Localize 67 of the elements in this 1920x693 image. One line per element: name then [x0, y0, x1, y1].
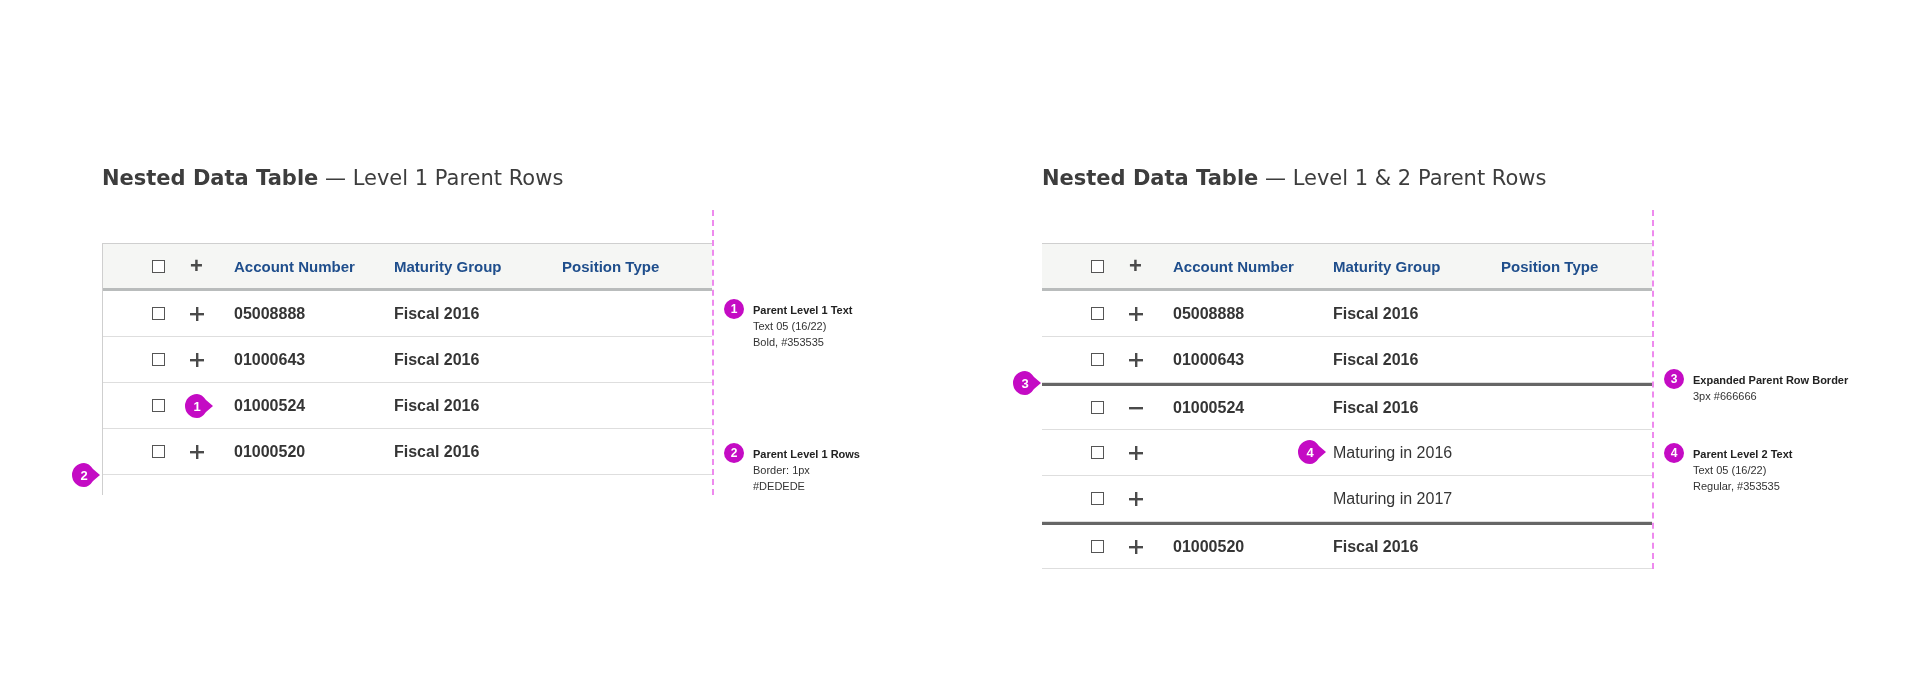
maturity-group: Fiscal 2016	[1333, 304, 1419, 322]
checkbox[interactable]	[152, 259, 165, 273]
annotation-text: Border: 1px	[753, 463, 811, 478]
account-number: 01000524	[1173, 398, 1245, 416]
maturity-group: Maturing in 2017	[1333, 489, 1453, 507]
maturity-group: Fiscal 2016	[394, 350, 480, 368]
checkbox[interactable]	[1091, 540, 1104, 553]
maturity-group: Maturing in 2016	[1333, 443, 1453, 461]
checkbox[interactable]	[1091, 259, 1104, 273]
column-header[interactable]: Account Number	[234, 257, 394, 275]
expand-all-button[interactable]: +	[1129, 255, 1142, 277]
annotation-text: #DEDEDE	[753, 479, 806, 494]
number-badge: 4	[1664, 443, 1684, 463]
account-number: 01000520	[234, 442, 306, 460]
plus-icon[interactable]	[1129, 539, 1143, 554]
maturity-group: Fiscal 2016	[394, 304, 480, 322]
checkbox[interactable]	[1091, 353, 1104, 366]
maturity-group: Fiscal 2016	[1333, 398, 1419, 416]
callout-marker: 1	[184, 392, 214, 419]
number-badge: 3	[1664, 369, 1684, 389]
maturity-group: Fiscal 2016	[394, 396, 480, 414]
annotation-text: Regular, #353535	[1693, 479, 1781, 494]
maturity-group: Fiscal 2016	[1333, 350, 1419, 368]
account-number: 05008888	[234, 304, 306, 322]
column-header[interactable]: Position Type	[562, 257, 660, 275]
annotation-text: Bold, #353535	[753, 335, 825, 350]
expand-all-button[interactable]: +	[190, 255, 203, 277]
checkbox[interactable]	[152, 445, 165, 458]
account-number: 01000643	[1173, 350, 1245, 368]
checkbox[interactable]	[1091, 401, 1104, 414]
annotation-title: Parent Level 2 Text	[1693, 447, 1793, 462]
annotation-text: Text 05 (16/22)	[753, 319, 828, 334]
maturity-group: Fiscal 2016	[394, 442, 480, 460]
section-title: Nested Data Table — Level 1 Parent Rows	[102, 165, 565, 192]
account-number: 01000520	[1173, 537, 1245, 555]
checkbox[interactable]	[152, 353, 165, 366]
annotation-title: Expanded Parent Row Border	[1693, 373, 1849, 388]
account-number: 01000643	[234, 350, 306, 368]
plus-icon[interactable]	[1129, 445, 1143, 460]
plus-icon[interactable]	[1129, 491, 1143, 506]
plus-icon[interactable]	[190, 306, 204, 321]
account-number: 01000524	[234, 396, 306, 414]
maturity-group: Fiscal 2016	[1333, 537, 1419, 555]
checkbox[interactable]	[1091, 446, 1104, 459]
number-badge: 1	[724, 299, 744, 319]
checkbox[interactable]	[1091, 307, 1104, 320]
annotation-title: Parent Level 1 Text	[753, 303, 853, 318]
callout-marker: 3	[1012, 370, 1042, 396]
checkbox[interactable]	[152, 307, 165, 320]
column-header[interactable]: Maturity Group	[1333, 257, 1501, 275]
checkbox[interactable]	[1091, 492, 1104, 505]
number-badge: 2	[724, 443, 744, 463]
section-title: Nested Data Table — Level 1 & 2 Parent Rows	[1042, 165, 1548, 192]
annotation-title: Parent Level 1 Rows	[753, 447, 860, 462]
plus-icon[interactable]	[190, 444, 204, 459]
checkbox[interactable]	[152, 399, 165, 412]
plus-icon[interactable]	[190, 352, 204, 367]
callout-marker: 4	[1297, 438, 1327, 465]
plus-icon[interactable]	[1129, 306, 1143, 321]
annotation-text: 3px #666666	[1693, 389, 1758, 404]
column-header[interactable]: Position Type	[1501, 257, 1599, 275]
column-header[interactable]: Maturity Group	[394, 257, 562, 275]
plus-icon[interactable]	[1129, 352, 1143, 367]
callout-marker: 2	[71, 462, 101, 488]
column-header[interactable]: Account Number	[1173, 257, 1333, 275]
annotation-text: Text 05 (16/22)	[1693, 463, 1768, 478]
account-number: 05008888	[1173, 304, 1245, 322]
